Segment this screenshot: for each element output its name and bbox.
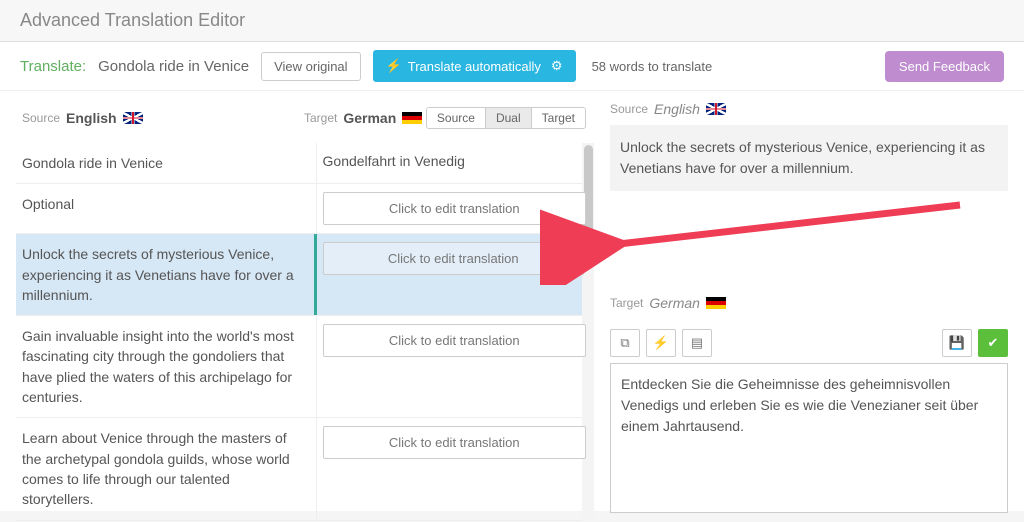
- flag-uk-icon: [123, 112, 143, 124]
- confirm-button[interactable]: ✔: [978, 329, 1008, 357]
- translation-rows: Gondola ride in Venice Gondelfahrt in Ve…: [16, 143, 592, 521]
- app-header: Advanced Translation Editor: [0, 0, 1024, 42]
- view-toggle: Source Dual Target: [426, 107, 586, 129]
- translate-automatically-button[interactable]: ⚡ Translate automatically ⚙: [373, 50, 576, 82]
- source-lang: English: [66, 110, 117, 126]
- save-icon: 💾: [949, 335, 965, 351]
- src-cell: Unlock the secrets of mysterious Venice,…: [16, 234, 316, 315]
- click-to-edit-button[interactable]: Click to edit translation: [323, 324, 586, 357]
- sub-header: Translate: Gondola ride in Venice View o…: [0, 42, 1024, 91]
- target-lang: German: [343, 110, 396, 126]
- src-cell: Gondola ride in Venice: [16, 143, 316, 183]
- table-row[interactable]: Optional Click to edit translation: [16, 184, 592, 234]
- view-original-button[interactable]: View original: [261, 52, 360, 81]
- editor-target-lang: German: [649, 295, 700, 311]
- bolt-icon: ⚡: [386, 58, 402, 74]
- words-to-translate: 58 words to translate: [592, 59, 713, 74]
- source-text-box: Unlock the secrets of mysterious Venice,…: [610, 125, 1008, 191]
- src-cell: Learn about Venice through the masters o…: [16, 418, 316, 519]
- target-label: Target: [304, 111, 337, 125]
- target-textarea[interactable]: [610, 363, 1008, 513]
- app-title: Advanced Translation Editor: [20, 10, 1004, 31]
- gear-icon: ⚙: [551, 58, 563, 74]
- save-button[interactable]: 💾: [942, 329, 972, 357]
- click-to-edit-button[interactable]: Click to edit translation: [323, 426, 586, 459]
- source-label: Source: [22, 111, 60, 125]
- copy-icon: ⧉: [620, 335, 629, 351]
- editor-panel: Source English Unlock the secrets of mys…: [600, 91, 1024, 522]
- table-row[interactable]: Unlock the secrets of mysterious Venice,…: [16, 234, 592, 316]
- send-feedback-button[interactable]: Send Feedback: [885, 51, 1004, 82]
- tgt-cell-text: Gondelfahrt in Venedig: [323, 151, 586, 171]
- translate-page-name: Gondola ride in Venice: [98, 58, 249, 75]
- machine-translate-button[interactable]: ⚡: [646, 329, 676, 357]
- book-icon: ▤: [691, 335, 703, 351]
- toggle-source[interactable]: Source: [427, 108, 486, 128]
- table-row[interactable]: Learn about Venice through the masters o…: [16, 418, 592, 520]
- editor-source-lang: English: [654, 101, 700, 117]
- translate-auto-label: Translate automatically: [408, 59, 541, 74]
- table-row[interactable]: Gondola ride in Venice Gondelfahrt in Ve…: [16, 143, 592, 184]
- lang-row: Source English Target German Source Dual…: [16, 97, 592, 143]
- flag-de-icon: [706, 297, 726, 309]
- copy-from-source-button[interactable]: ⧉: [610, 329, 640, 357]
- flag-de-icon: [402, 112, 422, 124]
- src-cell: Optional: [16, 184, 316, 233]
- target-toolbar: ⧉ ⚡ ▤ 💾 ✔: [610, 329, 1008, 357]
- toggle-target[interactable]: Target: [532, 108, 585, 128]
- bolt-icon: ⚡: [653, 335, 669, 351]
- click-to-edit-button[interactable]: Click to edit translation: [323, 242, 584, 275]
- dual-panel: Source English Target German Source Dual…: [0, 91, 600, 522]
- editor-target-label: Target: [610, 296, 643, 310]
- editor-source-label: Source: [610, 102, 648, 116]
- click-to-edit-button[interactable]: Click to edit translation: [323, 192, 586, 225]
- translate-label: Translate:: [20, 58, 86, 75]
- check-icon: ✔: [988, 335, 999, 351]
- glossary-button[interactable]: ▤: [682, 329, 712, 357]
- table-row[interactable]: Gain invaluable insight into the world's…: [16, 316, 592, 418]
- toggle-dual[interactable]: Dual: [486, 108, 532, 128]
- flag-uk-icon: [706, 103, 726, 115]
- src-cell: Gain invaluable insight into the world's…: [16, 316, 316, 417]
